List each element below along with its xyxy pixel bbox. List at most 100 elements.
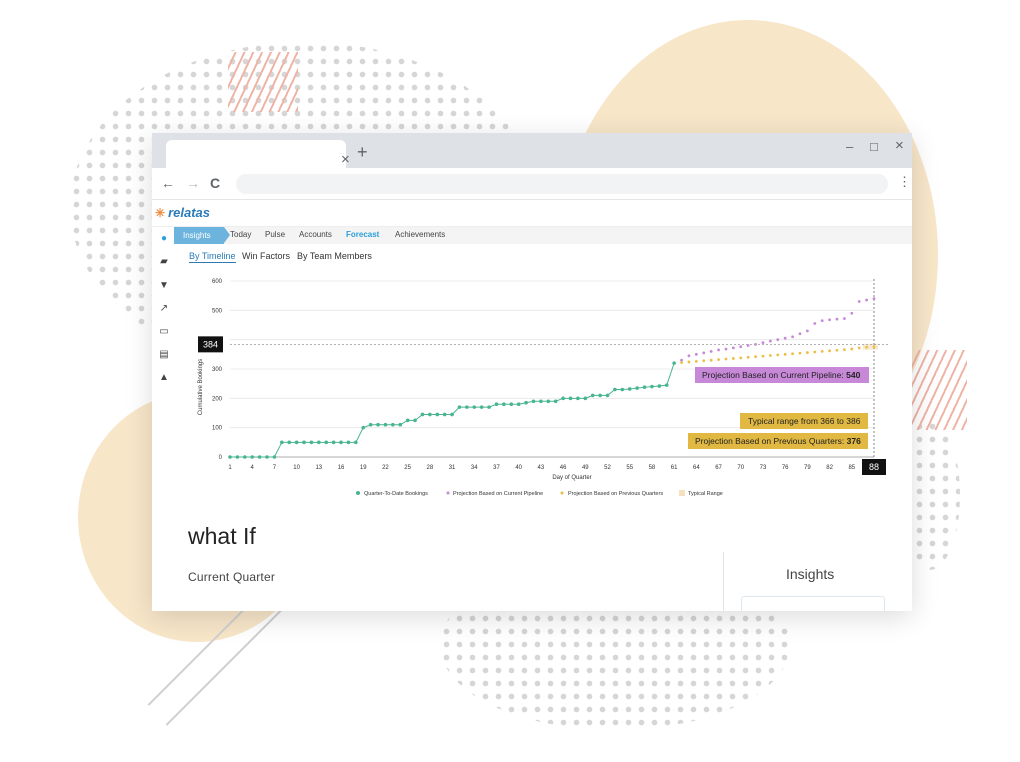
forward-icon[interactable]: → <box>186 175 200 191</box>
previous-point <box>739 356 743 360</box>
x-tick-label: 19 <box>360 465 367 471</box>
bookings-point <box>650 384 654 389</box>
close-tab-icon[interactable]: × <box>341 152 350 168</box>
bookings-point <box>294 440 299 445</box>
previous-point <box>842 348 846 352</box>
maximize-icon[interactable]: □ <box>870 139 878 154</box>
previous-point <box>776 353 780 357</box>
x-tick-labels: 1 4 7 10 13 16 19 22 25 28 31 34 37 40 43 46 49 52 55 58 61 6… <box>228 465 855 471</box>
bookings-point <box>553 399 558 404</box>
x-tick-label: 4 <box>251 465 255 471</box>
bookings-point <box>302 440 306 445</box>
subtab-by-team-members[interactable]: By Team Members <box>297 251 372 261</box>
bookings-point <box>568 396 573 401</box>
previous-point <box>865 345 868 349</box>
x-tick-label: 49 <box>582 465 589 471</box>
x-tick-label: 22 <box>382 465 389 471</box>
menu-icon[interactable]: ⋮ <box>898 174 911 190</box>
pipeline-point <box>717 348 720 352</box>
new-tab-icon[interactable]: + <box>357 143 368 161</box>
previous-point <box>791 352 794 356</box>
chat-icon[interactable]: ▰ <box>157 256 171 267</box>
bookings-point <box>450 412 454 417</box>
subtab-by-timeline[interactable]: By Timeline <box>189 251 236 263</box>
pipeline-point <box>754 342 757 346</box>
y-cursor-label: 384 <box>203 339 218 349</box>
annotation-pipeline-value: 540 <box>846 370 860 380</box>
bookings-point <box>465 405 469 409</box>
bookings-point <box>457 405 462 409</box>
previous-point <box>731 357 735 360</box>
reload-icon[interactable]: C <box>210 175 220 191</box>
bookings-point <box>435 412 440 417</box>
bookings-point <box>324 440 329 445</box>
annotation-previous-prefix: Projection Based on Previous Quarters: <box>695 436 847 446</box>
bookings-point <box>413 418 417 423</box>
nav-today[interactable]: Today <box>230 230 251 239</box>
bookings-point <box>479 405 484 409</box>
x-tick-label: 76 <box>782 465 789 471</box>
nav-achievements[interactable]: Achievements <box>395 230 445 239</box>
bookings-point <box>635 386 639 390</box>
x-tick-label: 37 <box>493 465 500 471</box>
previous-point <box>717 358 720 362</box>
back-icon[interactable]: ← <box>161 175 175 191</box>
bookings-point <box>346 440 351 445</box>
bookings-point <box>620 387 625 392</box>
nav-forecast[interactable]: Forecast <box>346 230 379 239</box>
x-axis-label: Day of Quarter <box>552 475 591 481</box>
previous-point <box>798 351 802 355</box>
bookings-point <box>516 402 521 406</box>
pipeline-point <box>702 351 706 355</box>
timeline-chart: 0100200300400500600 14710131619222528313… <box>198 279 888 497</box>
bookings-point <box>583 396 588 401</box>
legend-marker-typical <box>679 490 685 496</box>
stripe-decoration <box>912 350 967 430</box>
pipeline-point <box>709 350 713 353</box>
previous-point <box>820 350 824 353</box>
x-tick-label: 85 <box>848 465 855 471</box>
x-tick-label: 70 <box>737 465 744 471</box>
bookings-point <box>228 455 232 459</box>
x-tick-label: 79 <box>804 465 811 471</box>
legend-bookings: Quarter-To-Date Bookings <box>364 491 428 497</box>
x-tick-label: 64 <box>693 465 700 471</box>
bookings-point <box>243 455 247 459</box>
lightbulb-icon[interactable]: ● <box>157 233 171 244</box>
browser-tab[interactable]: × <box>166 140 350 168</box>
previous-point <box>768 354 772 357</box>
app-content: ✳ relatas ● ▰ ▼ ↗ ▭ ▤ ▲ Insights Today P… <box>152 200 912 611</box>
annotation-previous: Projection Based on Previous Quarters: 3… <box>688 433 868 449</box>
annotation-typical: Typical range from 366 to 386 <box>740 413 868 429</box>
annotation-previous-text: Projection Based on Previous Quarters: 3… <box>695 436 861 446</box>
bookings-point <box>235 455 240 459</box>
close-window-icon[interactable]: × <box>895 137 904 154</box>
insight-card[interactable] <box>741 596 885 611</box>
insights-heading: Insights <box>786 566 835 582</box>
previous-point <box>746 355 750 359</box>
bookings-point <box>561 396 565 401</box>
pipeline-point <box>850 311 854 315</box>
previous-point <box>687 360 691 364</box>
bookings-point <box>509 402 514 406</box>
x-tick-label: 43 <box>538 465 545 471</box>
x-tick-label: 40 <box>515 465 522 471</box>
previous-point <box>805 351 809 354</box>
nav-accounts[interactable]: Accounts <box>299 230 332 239</box>
y-tick-labels: 0100200300400500600 <box>212 279 223 461</box>
pipeline-point <box>835 317 839 321</box>
subtab-win-factors[interactable]: Win Factors <box>242 251 290 261</box>
scene: × + – □ × ← → C ⋮ ✳ relatas ● ▰ ▼ ↗ ▭ ▤ … <box>0 0 1020 762</box>
address-bar[interactable] <box>236 174 888 194</box>
nav-pulse[interactable]: Pulse <box>265 230 285 239</box>
minimize-icon[interactable]: – <box>846 139 853 154</box>
nav-insights[interactable]: Insights <box>174 227 224 244</box>
bookings-point <box>627 387 632 391</box>
previous-point <box>872 345 876 349</box>
bookings-point <box>257 455 262 459</box>
relatas-logo[interactable]: ✳ relatas <box>155 205 210 220</box>
bookings-point <box>472 405 477 409</box>
pipeline-point <box>783 336 787 340</box>
pipeline-point <box>776 338 780 342</box>
bookings-point <box>354 440 358 445</box>
